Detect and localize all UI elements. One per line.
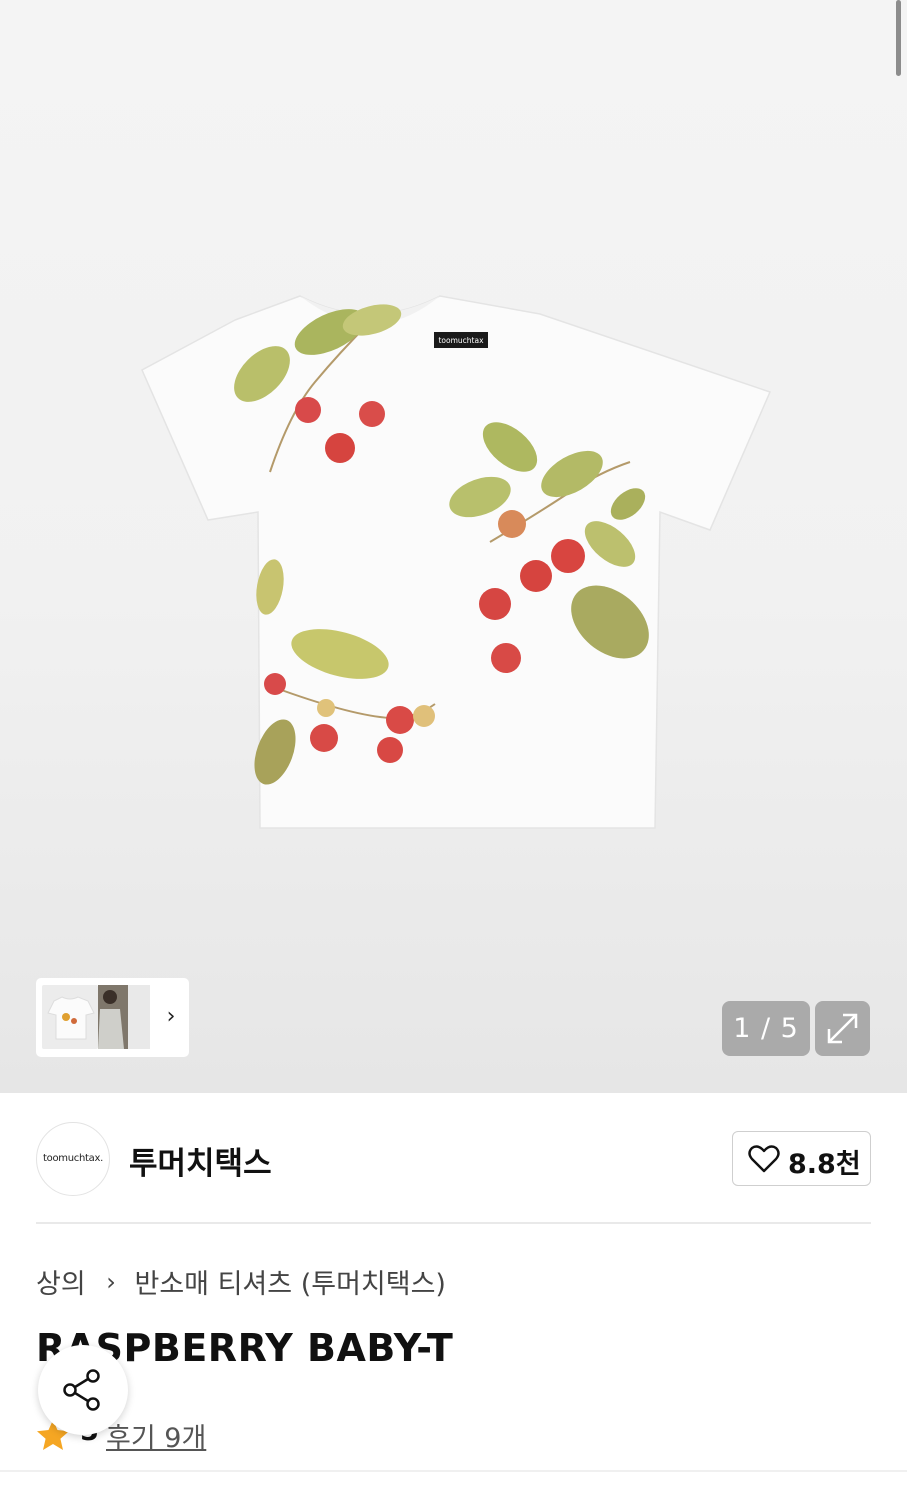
thumbnail-2[interactable] [98, 985, 128, 1049]
brand-name[interactable]: 투머치택스 [129, 1138, 272, 1183]
thumbnail-strip[interactable]: › [36, 978, 189, 1057]
chevron-right-icon[interactable]: › [160, 1004, 182, 1030]
brand-logo[interactable]: toomuchtax. [36, 1122, 110, 1196]
expand-button[interactable] [815, 1001, 870, 1056]
product-image: toomuchtax [140, 292, 772, 832]
share-icon [63, 1369, 100, 1411]
like-button[interactable]: 8.8천 [732, 1131, 871, 1186]
breadcrumb: 상의 › 반소매 티셔츠 (투머치택스) [36, 1262, 446, 1302]
like-count: 8.8천 [788, 1149, 861, 1180]
brand-row: toomuchtax. 투머치택스 8.8천 [36, 1120, 871, 1196]
divider [36, 1222, 871, 1224]
share-button[interactable] [38, 1345, 128, 1435]
shirt-tag-text: toomuchtax [438, 336, 484, 345]
review-link[interactable]: 후기 9개 [106, 1416, 206, 1455]
heart-icon [748, 1145, 780, 1173]
product-image-gallery[interactable]: toomuchtax › 1 / 5 [0, 0, 907, 1093]
divider [0, 1470, 907, 1472]
expand-icon [827, 1013, 858, 1044]
thumbnail-1[interactable] [42, 985, 98, 1049]
breadcrumb-subcategory[interactable]: 반소매 티셔츠 (투머치택스) [134, 1262, 445, 1301]
scrollbar[interactable] [896, 0, 901, 76]
image-counter: 1 / 5 [722, 1001, 810, 1056]
breadcrumb-category[interactable]: 상의 [36, 1262, 86, 1301]
thumbnail-3[interactable] [128, 985, 150, 1049]
chevron-right-icon: › [106, 1267, 116, 1296]
